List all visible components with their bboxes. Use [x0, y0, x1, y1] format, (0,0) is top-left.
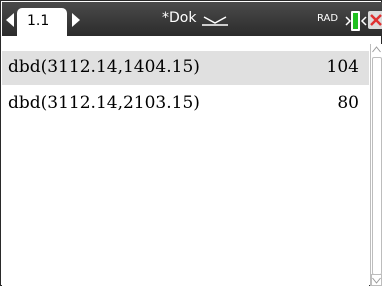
history-result: 80	[337, 93, 359, 113]
scroll-down-icon[interactable]	[371, 274, 382, 286]
scroll-up-icon[interactable]	[371, 44, 382, 56]
history-expression: dbd(3112.14,1404.15)	[8, 57, 200, 77]
battery-icon	[345, 11, 367, 31]
history-row[interactable]: dbd(3112.14,2103.15) 80	[2, 87, 369, 121]
history-result: 104	[326, 57, 359, 77]
document-title[interactable]: *Dok	[162, 10, 196, 26]
tab-page-1-1[interactable]: 1.1	[17, 8, 67, 36]
title-bar: 1.1 *Dok RAD	[2, 2, 382, 36]
scrollbar-track[interactable]	[372, 57, 382, 275]
tab-label: 1.1	[27, 13, 50, 29]
calculator-history: dbd(3112.14,1404.15) 104 dbd(3112.14,210…	[2, 37, 369, 286]
close-button[interactable]	[368, 11, 382, 29]
history-expression: dbd(3112.14,2103.15)	[8, 93, 200, 113]
angle-mode-indicator: RAD	[317, 13, 339, 24]
chevron-down-icon[interactable]	[202, 16, 228, 26]
chevron-left-icon[interactable]	[6, 13, 14, 27]
calculator-window: 1.1 *Dok RAD dbd(3112.14,1404.15) 104 db…	[0, 0, 382, 286]
vertical-scrollbar[interactable]	[370, 44, 382, 286]
history-row[interactable]: dbd(3112.14,1404.15) 104	[2, 51, 369, 85]
chevron-right-icon[interactable]	[72, 13, 80, 27]
close-icon	[370, 14, 382, 26]
